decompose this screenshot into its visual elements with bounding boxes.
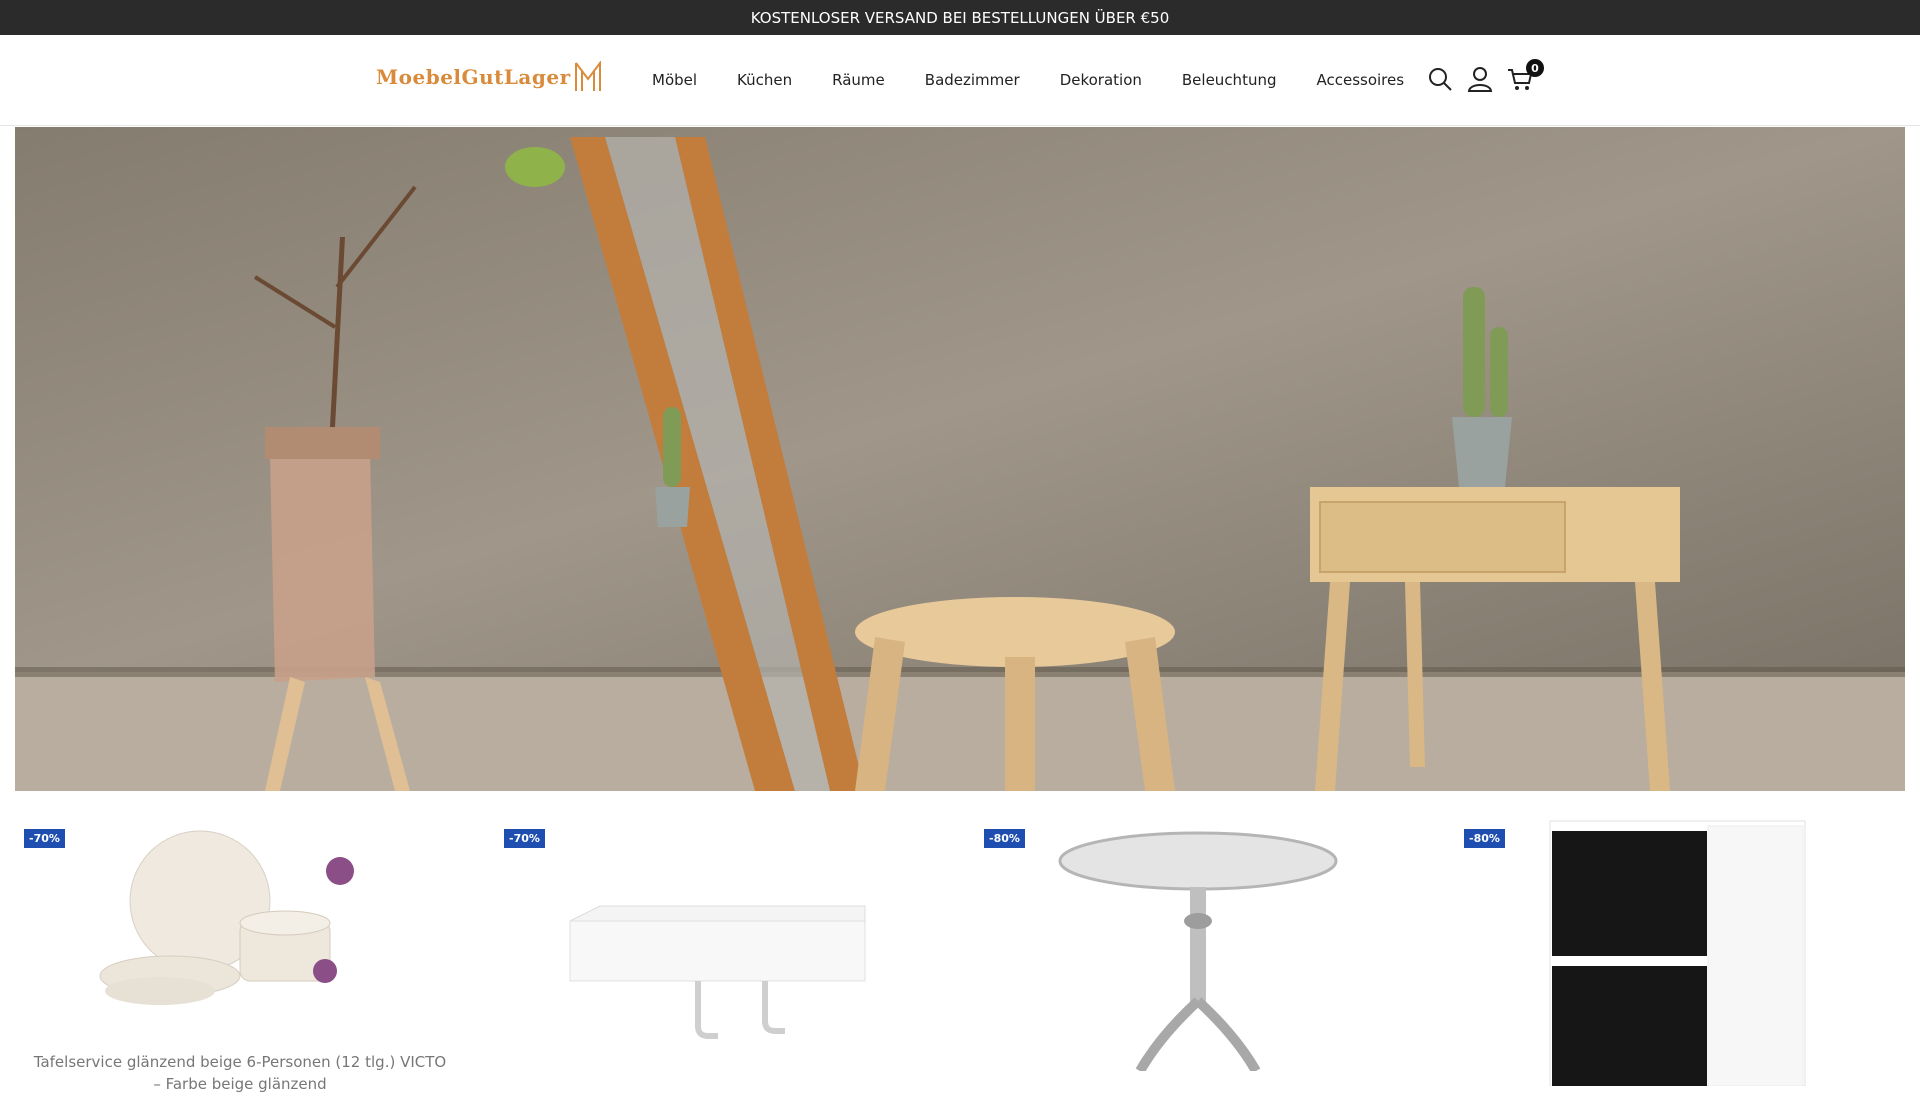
product-image-kitchen-cabinet — [1549, 820, 1806, 1086]
nav-badezimmer[interactable]: Badezimmer — [925, 71, 1020, 89]
cart-count-badge: 0 — [1526, 59, 1544, 77]
site-logo[interactable]: MoebelGutLager — [376, 61, 603, 93]
product-card[interactable]: -70% Tafelservice glänzend beige 6-Perso… — [0, 791, 480, 1093]
product-card[interactable]: -80% — [1440, 791, 1920, 1086]
hero-image — [15, 127, 1905, 791]
product-title[interactable]: Tafelservice glänzend beige 6-Personen (… — [30, 1051, 450, 1095]
main-nav: Möbel Küchen Räume Badezimmer Dekoration… — [652, 35, 1444, 125]
announcement-bar: KOSTENLOSER VERSAND BEI BESTELLUNGEN ÜBE… — [0, 0, 1920, 35]
logo-mark-icon — [574, 61, 601, 91]
nav-beleuchtung[interactable]: Beleuchtung — [1182, 71, 1277, 89]
cart-icon[interactable]: 0 — [1506, 59, 1544, 93]
nav-raeume[interactable]: Räume — [832, 71, 885, 89]
nav-moebel[interactable]: Möbel — [652, 71, 697, 89]
site-header: MoebelGutLager Möbel Küchen Räume Badezi… — [0, 35, 1920, 126]
nav-dekoration[interactable]: Dekoration — [1060, 71, 1142, 89]
product-card[interactable]: -80% — [960, 791, 1440, 1080]
header-icons: 0 — [1426, 59, 1546, 93]
hero-banner[interactable] — [15, 127, 1905, 791]
logo-text: MoebelGutLager — [376, 65, 571, 89]
product-grid: -70% Tafelservice glänzend beige 6-Perso… — [0, 791, 1920, 1093]
nav-accessoires[interactable]: Accessoires — [1316, 71, 1404, 89]
product-image-wall-shelf — [569, 905, 866, 1039]
nav-kuechen[interactable]: Küchen — [737, 71, 792, 89]
announcement-text: KOSTENLOSER VERSAND BEI BESTELLUNGEN ÜBE… — [750, 8, 1170, 27]
search-icon[interactable] — [1426, 65, 1454, 93]
product-image-bistro-table — [1058, 831, 1338, 1071]
product-card[interactable]: -70% — [480, 791, 960, 1080]
user-icon[interactable] — [1466, 65, 1494, 93]
product-image-dinnerware — [99, 830, 354, 1005]
